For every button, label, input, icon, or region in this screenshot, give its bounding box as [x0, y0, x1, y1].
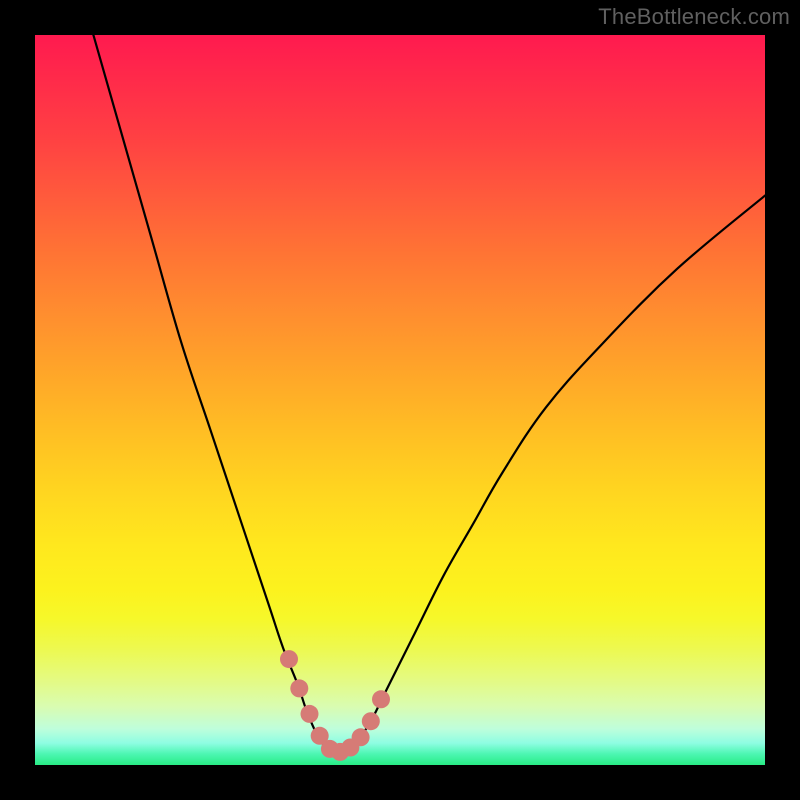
- marker-dot: [290, 679, 308, 697]
- watermark-text: TheBottleneck.com: [598, 4, 790, 30]
- marker-dot: [280, 650, 298, 668]
- curve-markers: [280, 650, 390, 761]
- marker-dot: [362, 712, 380, 730]
- marker-dot: [352, 728, 370, 746]
- bottleneck-curve: [93, 35, 765, 754]
- plot-area: [35, 35, 765, 765]
- curve-layer: [35, 35, 765, 765]
- marker-dot: [372, 690, 390, 708]
- marker-dot: [301, 705, 319, 723]
- chart-frame: TheBottleneck.com: [0, 0, 800, 800]
